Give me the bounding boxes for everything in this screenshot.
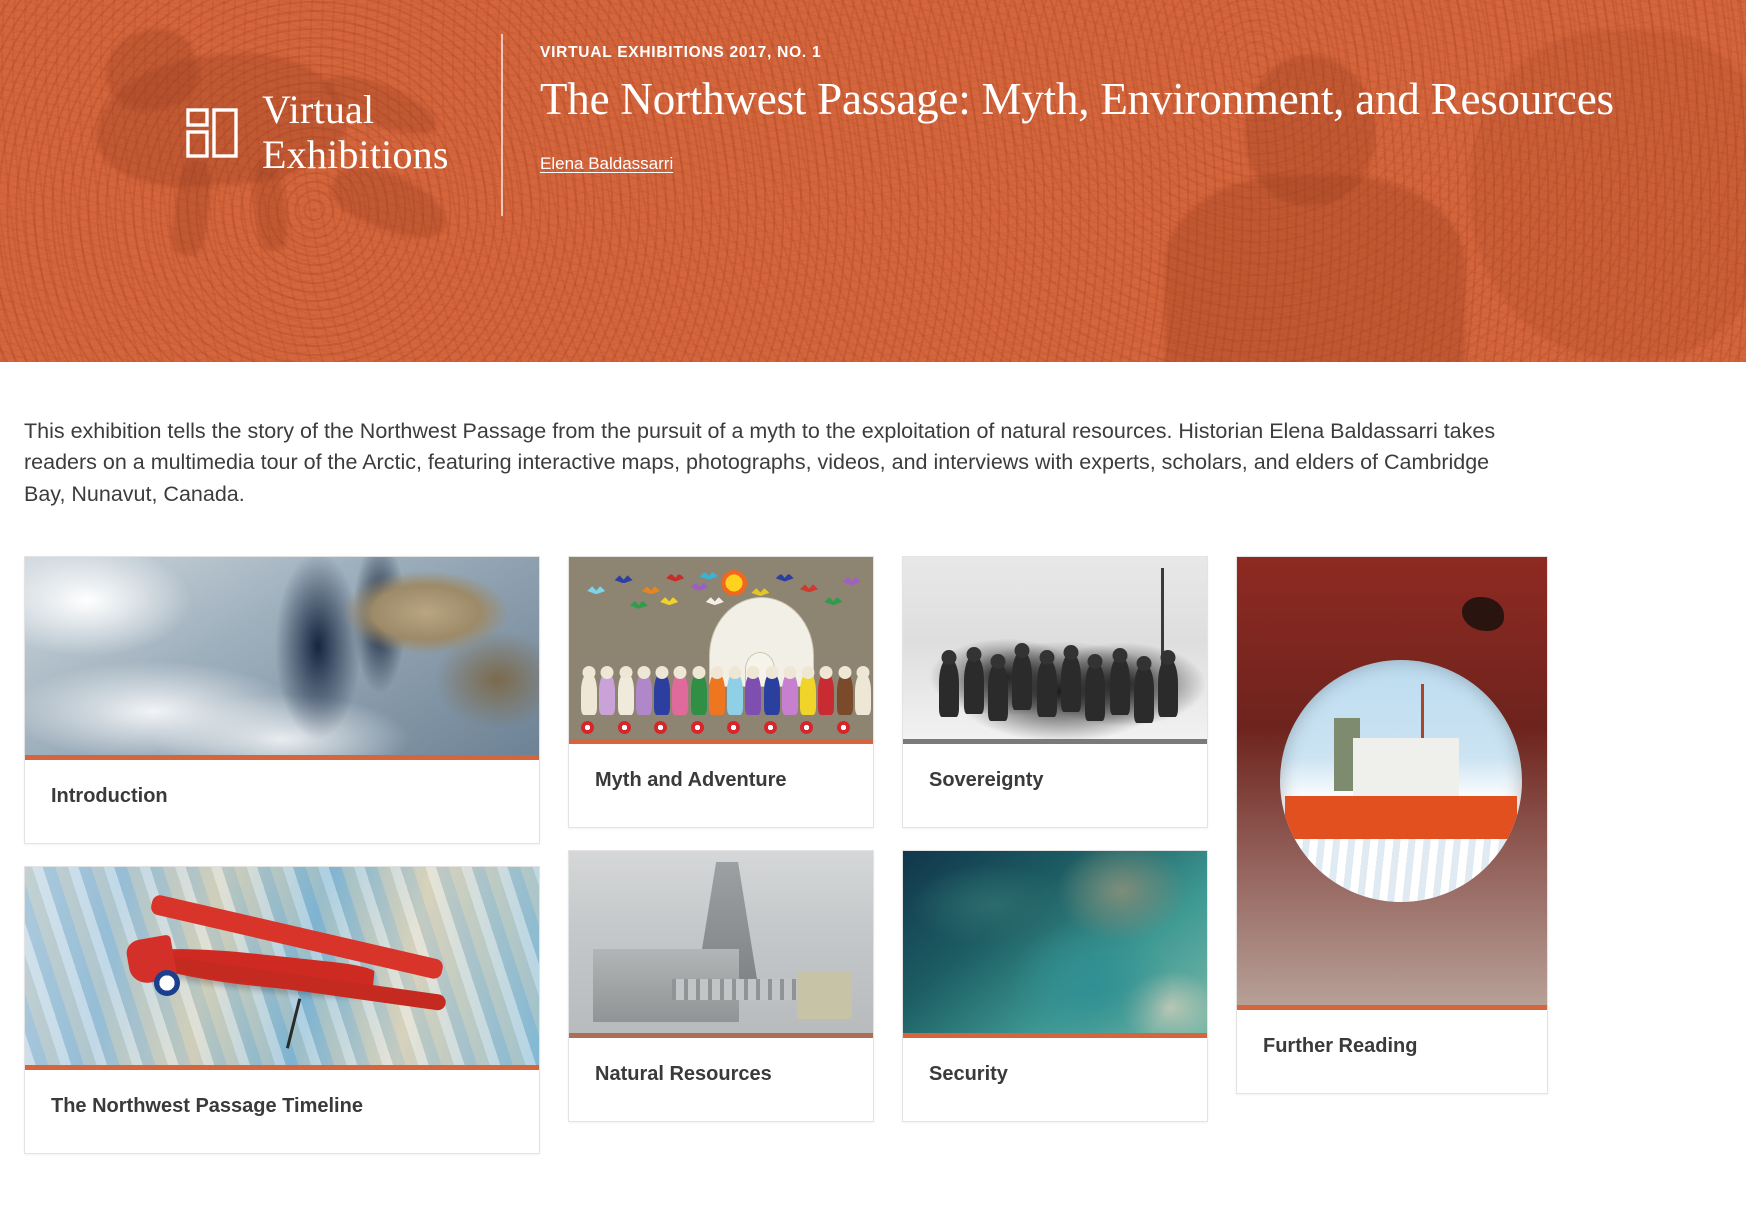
- yellow-shed-shape: [797, 971, 852, 1019]
- ship-superstructure-shape: [1352, 737, 1460, 801]
- bird-shape: [775, 573, 794, 582]
- floral-motif: [836, 720, 850, 734]
- ship-hull-shape: [1285, 795, 1518, 844]
- parka-figure: [690, 673, 707, 716]
- parka-figure: [854, 673, 871, 716]
- parka-figure: [654, 673, 671, 716]
- main-content: This exhibition tells the story of the N…: [0, 416, 1746, 1155]
- person-shape: [988, 662, 1009, 721]
- section-card-security[interactable]: Security: [902, 850, 1208, 1123]
- parka-figure: [800, 673, 817, 716]
- floral-motif: [800, 720, 814, 734]
- card-title: Sovereignty: [929, 769, 1044, 792]
- bird-shape: [666, 573, 685, 582]
- card-title: Myth and Adventure: [595, 769, 787, 792]
- floral-motif: [727, 720, 741, 734]
- parka-figure: [763, 673, 780, 716]
- parka-figure: [727, 673, 744, 716]
- bird-shape: [690, 582, 709, 591]
- red-bush-plane-over-ice-photo: [25, 867, 539, 1071]
- grid-column-2: Myth and Adventure Natural Resources: [568, 556, 874, 1123]
- section-card-natural-resources[interactable]: Natural Resources: [568, 850, 874, 1123]
- section-card-introduction[interactable]: Introduction: [24, 556, 540, 845]
- floral-motif: [654, 720, 668, 734]
- card-title: Security: [929, 1063, 1008, 1086]
- person-shape: [1134, 664, 1155, 723]
- person-shape: [1158, 659, 1179, 718]
- author-link[interactable]: Elena Baldassarri: [540, 154, 673, 174]
- aerial-turquoise-ocean-photo: [903, 851, 1207, 1039]
- exhibition-description: This exhibition tells the story of the N…: [24, 419, 1496, 506]
- satellite-arctic-ice-photo: [25, 557, 539, 761]
- bird-shape: [614, 575, 633, 584]
- bird-shape: [842, 577, 861, 586]
- grid-column-3: Sovereignty Security: [902, 556, 1208, 1123]
- floral-motif: [763, 720, 777, 734]
- bird-shape: [800, 584, 819, 593]
- bird-shape: [699, 571, 718, 580]
- historic-group-photo-in-snow: [903, 557, 1207, 745]
- plane-landing-strut: [286, 998, 302, 1049]
- person-shape: [939, 659, 960, 718]
- section-card-sovereignty[interactable]: Sovereignty: [902, 556, 1208, 829]
- parka-figure: [599, 673, 616, 716]
- bird-shape: [705, 597, 724, 606]
- plane-roundel-icon: [153, 970, 180, 997]
- brand-home-link[interactable]: Virtual Exhibitions: [186, 87, 449, 178]
- abandoned-mine-industrial-photo: [569, 851, 873, 1039]
- bird-shape: [660, 597, 679, 606]
- parka-figure: [745, 673, 762, 716]
- parka-figure: [635, 673, 652, 716]
- three-panel-logo-icon: [186, 108, 238, 158]
- sun-icon: [721, 569, 747, 596]
- masthead-divider: [501, 34, 503, 216]
- grid-column-4: Further Reading: [1236, 556, 1548, 1095]
- card-title: The Northwest Passage Timeline: [51, 1095, 363, 1118]
- bird-shape: [641, 586, 660, 595]
- felt-artwork-igloo-and-people: [569, 557, 873, 745]
- card-title: Further Reading: [1263, 1035, 1418, 1058]
- parka-figure: [818, 673, 835, 716]
- card-title: Natural Resources: [595, 1063, 772, 1086]
- parka-figure: [781, 673, 798, 716]
- card-title: Introduction: [51, 785, 168, 808]
- exhibition-title-block: VIRTUAL EXHIBITIONS 2017, NO. 1 The Nort…: [540, 44, 1686, 174]
- icebreaker-ship-through-porthole-photo: [1237, 557, 1547, 1011]
- parka-figure: [672, 673, 689, 716]
- exhibition-section-grid: Introduction The Northwest Passage Timel…: [24, 556, 1722, 1155]
- parka-figure: [836, 673, 853, 716]
- person-shape: [963, 655, 984, 714]
- site-masthead: Virtual Exhibitions VIRTUAL EXHIBITIONS …: [0, 0, 1746, 362]
- grid-column-1: Introduction The Northwest Passage Timel…: [24, 556, 540, 1155]
- person-shape: [1036, 659, 1057, 718]
- person-shape: [1109, 657, 1130, 716]
- parka-figure: [617, 673, 634, 716]
- rust-patch-shape: [1461, 597, 1504, 632]
- person-shape: [1085, 662, 1106, 721]
- page-title: The Northwest Passage: Myth, Environment…: [540, 74, 1614, 124]
- person-shape: [1012, 652, 1033, 711]
- floral-motif: [581, 720, 595, 734]
- bird-shape: [629, 600, 648, 609]
- parka-figure: [708, 673, 725, 716]
- floral-motif: [690, 720, 704, 734]
- parka-figure: [581, 673, 598, 716]
- section-card-timeline[interactable]: The Northwest Passage Timeline: [24, 866, 540, 1155]
- bird-shape: [587, 586, 606, 595]
- bird-shape: [824, 597, 843, 606]
- person-shape: [1061, 653, 1082, 712]
- floral-motif: [617, 720, 631, 734]
- brand-name: Virtual Exhibitions: [262, 87, 449, 177]
- pack-ice-shape: [1280, 839, 1523, 903]
- bird-shape: [751, 588, 770, 597]
- porthole-opening: [1280, 660, 1523, 903]
- section-card-further-reading[interactable]: Further Reading: [1236, 556, 1548, 1095]
- section-card-myth-and-adventure[interactable]: Myth and Adventure: [568, 556, 874, 829]
- issue-kicker: VIRTUAL EXHIBITIONS 2017, NO. 1: [540, 44, 822, 61]
